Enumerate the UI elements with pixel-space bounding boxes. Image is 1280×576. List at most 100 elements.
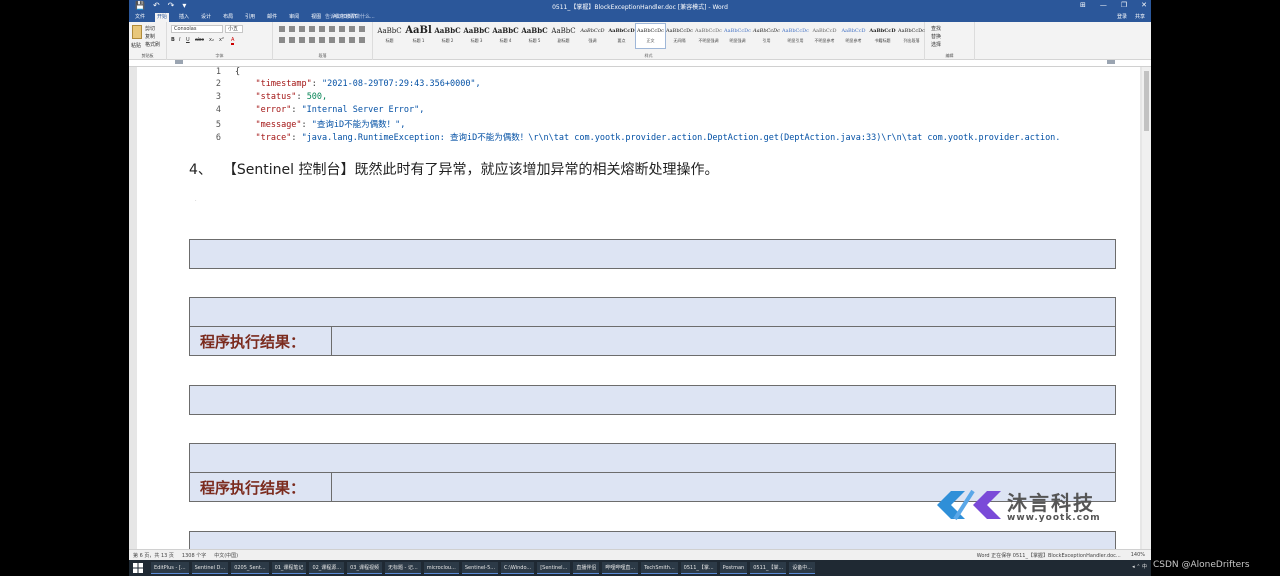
taskbar-item[interactable]: 直播伴侣 (573, 562, 600, 574)
style-item[interactable]: AaBbCcD 强调 (578, 24, 607, 48)
tab-review[interactable]: 审阅 (287, 13, 301, 22)
tab-view[interactable]: 视图 (309, 13, 323, 22)
font-size-select[interactable]: 小五 (225, 25, 243, 33)
left-indent-marker[interactable] (175, 60, 183, 64)
taskbar-item[interactable]: 设备中... (789, 562, 816, 574)
code-box[interactable] (189, 443, 1116, 473)
group-label: 段落 (318, 53, 327, 58)
paragraph-mark: . (195, 197, 197, 203)
code-box[interactable] (189, 239, 1116, 269)
tab-home[interactable]: 开始 (155, 13, 170, 22)
bold-button[interactable]: B (171, 37, 175, 43)
style-item[interactable]: AaBbCcD 要点 (607, 24, 636, 48)
style-item[interactable]: AaBbC 标题 2 (433, 24, 462, 48)
style-item-selected[interactable]: AaBbCcDc 正文 (635, 23, 666, 49)
scrollbar-thumb[interactable] (1144, 71, 1149, 131)
tab-references[interactable]: 引用 (243, 13, 257, 22)
format-painter-button[interactable]: 格式刷 (145, 41, 160, 48)
taskbar-item[interactable]: C:\Windo... (501, 562, 535, 574)
taskbar-item[interactable]: 01_课程笔记 (271, 562, 307, 574)
taskbar-item[interactable]: 02_课程源... (309, 562, 345, 574)
language-indicator[interactable]: 中文(中国) (214, 552, 238, 559)
style-item[interactable]: AaBbCcDc 明显引用 (781, 24, 810, 48)
windows-start-icon[interactable] (133, 563, 143, 573)
section-heading: 4、 【Sentinel 控制台】既然此时有了异常，就应该增加异常的相关熔断处理操… (189, 159, 719, 179)
style-item[interactable]: AaBl 标题 1 (404, 24, 433, 48)
code-box[interactable] (189, 531, 1116, 549)
right-indent-marker[interactable] (1107, 60, 1115, 64)
group-label: 样式 (644, 53, 653, 58)
style-item[interactable]: AaBbCcD 书籍标题 (868, 24, 897, 48)
taskbar-item[interactable]: [Sentinel... (537, 562, 571, 574)
share-button[interactable]: 共享 (1135, 13, 1145, 22)
style-item[interactable]: AaBbCcD 明显参考 (839, 24, 868, 48)
tab-insert[interactable]: 插入 (177, 13, 191, 22)
editing-group: 查找 替换 选择 编辑 (925, 22, 975, 60)
code-box[interactable] (189, 385, 1116, 415)
taskbar-item[interactable]: 0511_【掌... (680, 562, 717, 574)
taskbar-item[interactable]: 哔哩哔哩直... (602, 562, 639, 574)
style-item[interactable]: AaBbCcDc 无间隔 (665, 24, 694, 48)
code-box[interactable] (189, 297, 1116, 327)
find-button[interactable]: 查找 (931, 25, 941, 32)
title-bar: 💾 ↶ ↷ ▾ 0511_【掌握】BlockExceptionHandler.d… (129, 0, 1151, 12)
code-block[interactable]: 1{ 2 "timestamp": "2021-08-29T07:29:43.3… (197, 67, 1123, 143)
style-item[interactable]: AaBbCcDc 不明显强调 (694, 24, 723, 48)
tab-design[interactable]: 设计 (199, 13, 213, 22)
taskbar-item[interactable]: Sentinel D... (191, 562, 229, 574)
style-item[interactable]: AaBbCcDc 明显强调 (723, 24, 752, 48)
word-count[interactable]: 1308 个字 (182, 552, 206, 559)
document-page[interactable]: 1{ 2 "timestamp": "2021-08-29T07:29:43.3… (137, 67, 1140, 549)
style-item[interactable]: AaBbC 标题 5 (520, 24, 549, 48)
restore-button[interactable]: ❐ (1121, 1, 1127, 9)
zoom-level[interactable]: 140% (1131, 552, 1145, 559)
vertical-scrollbar[interactable] (1142, 67, 1151, 549)
style-item[interactable]: AaBbC 标题 3 (462, 24, 491, 48)
taskbar-item[interactable]: microclou... (423, 562, 459, 574)
select-button[interactable]: 选择 (931, 41, 941, 48)
tab-layout[interactable]: 布局 (221, 13, 235, 22)
style-item[interactable]: AaBbC 标题 4 (491, 24, 520, 48)
sign-in-link[interactable]: 登录 (1117, 13, 1127, 22)
style-item[interactable]: AaBbCcDc 引用 (752, 24, 781, 48)
system-tray[interactable]: ◂ ⌃ 中 (1132, 563, 1147, 570)
subscript-button[interactable]: x₂ (209, 37, 214, 43)
taskbar-item[interactable]: 无标题 - 记... (384, 562, 421, 574)
strikethrough-button[interactable]: abc (195, 37, 204, 43)
horizontal-ruler[interactable] (129, 60, 1151, 67)
clipboard-group: 粘贴 剪切 复制 格式刷 剪贴板 (129, 22, 167, 60)
style-item[interactable]: AaBbC 副标题 (549, 24, 578, 48)
taskbar-item[interactable]: EditPlus - [... (151, 562, 189, 574)
minimize-button[interactable]: — (1100, 1, 1107, 9)
taskbar-item[interactable]: 0511_【掌... (750, 562, 787, 574)
taskbar: EditPlus - [... Sentinel D... 0205_Sent.… (129, 560, 1151, 576)
style-item[interactable]: AaBbCcDc 列出段落 (897, 24, 926, 48)
paste-icon[interactable] (132, 25, 142, 39)
cut-button[interactable]: 剪切 (145, 25, 155, 32)
paragraph-buttons[interactable] (279, 26, 365, 32)
font-color-button[interactable]: A (231, 37, 235, 45)
style-item[interactable]: AaBbCcD 不明显参考 (810, 24, 839, 48)
tell-me-search[interactable]: 告诉我您想要做什么... (325, 13, 375, 22)
tab-mailings[interactable]: 邮件 (265, 13, 279, 22)
replace-button[interactable]: 替换 (931, 33, 941, 40)
superscript-button[interactable]: x² (219, 37, 224, 43)
taskbar-item[interactable]: 03_课程视频 (347, 562, 382, 574)
style-item[interactable]: AaBbC 标题 (375, 24, 404, 48)
italic-button[interactable]: I (179, 37, 180, 43)
document-area[interactable]: 1{ 2 "timestamp": "2021-08-29T07:29:43.3… (129, 67, 1142, 549)
taskbar-item[interactable]: TechSmith... (641, 562, 678, 574)
taskbar-item[interactable]: Sentinel-5... (461, 562, 499, 574)
tab-file[interactable]: 文件 (133, 13, 147, 22)
taskbar-item[interactable]: Postman (719, 562, 748, 574)
close-button[interactable]: ✕ (1141, 1, 1147, 9)
copy-button[interactable]: 复制 (145, 33, 155, 40)
taskbar-item[interactable]: 0205_Sent... (231, 562, 269, 574)
result-row[interactable]: 程序执行结果： (189, 326, 1116, 356)
paste-button[interactable]: 粘贴 (131, 42, 141, 49)
ribbon-display-button[interactable]: ⊞ (1080, 1, 1086, 9)
font-name-select[interactable]: Consolas (171, 25, 223, 33)
page-count[interactable]: 第 6 页，共 13 页 (133, 552, 174, 559)
underline-button[interactable]: U (186, 37, 190, 43)
alignment-buttons[interactable] (279, 37, 365, 43)
